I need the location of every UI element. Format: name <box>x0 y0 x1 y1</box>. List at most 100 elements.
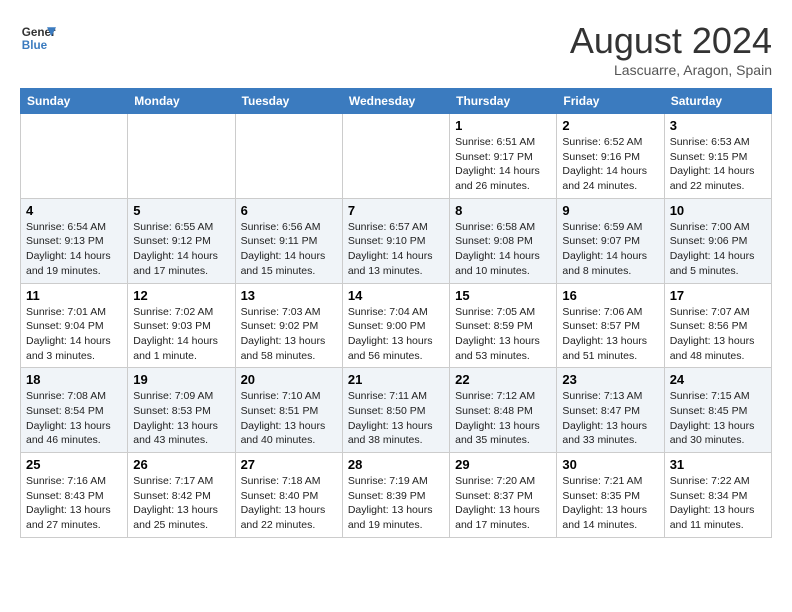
calendar-cell: 7Sunrise: 6:57 AM Sunset: 9:10 PM Daylig… <box>342 198 449 283</box>
day-number: 3 <box>670 118 766 133</box>
main-title: August 2024 <box>570 20 772 62</box>
day-number: 18 <box>26 372 122 387</box>
day-number: 14 <box>348 288 444 303</box>
day-number: 23 <box>562 372 658 387</box>
title-block: August 2024 Lascuarre, Aragon, Spain <box>570 20 772 78</box>
weekday-header-friday: Friday <box>557 89 664 114</box>
weekday-header-saturday: Saturday <box>664 89 771 114</box>
day-number: 12 <box>133 288 229 303</box>
day-info: Sunrise: 6:58 AM Sunset: 9:08 PM Dayligh… <box>455 220 551 279</box>
day-info: Sunrise: 7:21 AM Sunset: 8:35 PM Dayligh… <box>562 474 658 533</box>
calendar-cell: 6 Sunrise: 6:56 AM Sunset: 9:11 PM Daylig… <box>235 198 342 283</box>
day-info: Sunrise: 7:18 AM Sunset: 8:40 PM Dayligh… <box>241 474 337 533</box>
day-info: Sunrise: 7:10 AM Sunset: 8:51 PM Dayligh… <box>241 389 337 448</box>
calendar-cell: 8 Sunrise: 6:58 AM Sunset: 9:08 PM Daylig… <box>450 198 557 283</box>
day-number: 15 <box>455 288 551 303</box>
day-number: 31 <box>670 457 766 472</box>
day-info: Sunrise: 7:07 AM Sunset: 8:56 PM Dayligh… <box>670 305 766 364</box>
day-info: Sunrise: 7:16 AM Sunset: 8:43 PM Dayligh… <box>26 474 122 533</box>
day-info: Sunrise: 7:11 AM Sunset: 8:50 PM Dayligh… <box>348 389 444 448</box>
day-info: Sunrise: 6:59 AM Sunset: 9:07 PM Dayligh… <box>562 220 658 279</box>
calendar-cell: 14Sunrise: 7:04 AM Sunset: 9:00 PM Dayli… <box>342 283 449 368</box>
day-number: 7 <box>348 203 444 218</box>
subtitle: Lascuarre, Aragon, Spain <box>570 62 772 78</box>
svg-text:Blue: Blue <box>22 39 48 52</box>
weekday-header-wednesday: Wednesday <box>342 89 449 114</box>
calendar-cell: 12Sunrise: 7:02 AM Sunset: 9:03 PM Dayli… <box>128 283 235 368</box>
calendar-cell: 2 Sunrise: 6:52 AM Sunset: 9:16 PM Daylig… <box>557 114 664 199</box>
day-info: Sunrise: 7:09 AM Sunset: 8:53 PM Dayligh… <box>133 389 229 448</box>
calendar-cell: 31 Sunrise: 7:22 AM Sunset: 8:34 PM Dayli… <box>664 453 771 538</box>
day-info: Sunrise: 6:52 AM Sunset: 9:16 PM Dayligh… <box>562 135 658 194</box>
day-number: 6 <box>241 203 337 218</box>
week-row-4: 18 Sunrise: 7:08 AM Sunset: 8:54 PM Dayli… <box>21 368 772 453</box>
calendar-body: 1 Sunrise: 6:51 AM Sunset: 9:17 PM Daylig… <box>21 114 772 538</box>
day-number: 19 <box>133 372 229 387</box>
weekday-header-sunday: Sunday <box>21 89 128 114</box>
calendar-cell: 5Sunrise: 6:55 AM Sunset: 9:12 PM Daylig… <box>128 198 235 283</box>
day-number: 27 <box>241 457 337 472</box>
day-info: Sunrise: 7:17 AM Sunset: 8:42 PM Dayligh… <box>133 474 229 533</box>
day-info: Sunrise: 6:51 AM Sunset: 9:17 PM Dayligh… <box>455 135 551 194</box>
calendar-cell <box>128 114 235 199</box>
page-header: General Blue August 2024 Lascuarre, Arag… <box>20 20 772 78</box>
calendar-cell <box>21 114 128 199</box>
day-number: 4 <box>26 203 122 218</box>
weekday-header-tuesday: Tuesday <box>235 89 342 114</box>
calendar-cell: 26 Sunrise: 7:17 AM Sunset: 8:42 PM Dayli… <box>128 453 235 538</box>
day-info: Sunrise: 7:12 AM Sunset: 8:48 PM Dayligh… <box>455 389 551 448</box>
day-number: 9 <box>562 203 658 218</box>
calendar-cell: 3 Sunrise: 6:53 AM Sunset: 9:15 PM Daylig… <box>664 114 771 199</box>
day-number: 28 <box>348 457 444 472</box>
day-info: Sunrise: 7:08 AM Sunset: 8:54 PM Dayligh… <box>26 389 122 448</box>
day-info: Sunrise: 7:00 AM Sunset: 9:06 PM Dayligh… <box>670 220 766 279</box>
calendar-cell: 11Sunrise: 7:01 AM Sunset: 9:04 PM Dayli… <box>21 283 128 368</box>
calendar-cell: 10Sunrise: 7:00 AM Sunset: 9:06 PM Dayli… <box>664 198 771 283</box>
calendar-cell: 17 Sunrise: 7:07 AM Sunset: 8:56 PM Dayli… <box>664 283 771 368</box>
day-number: 1 <box>455 118 551 133</box>
calendar-cell: 30 Sunrise: 7:21 AM Sunset: 8:35 PM Dayli… <box>557 453 664 538</box>
calendar-cell <box>235 114 342 199</box>
logo-icon: General Blue <box>20 20 56 56</box>
calendar-cell: 18 Sunrise: 7:08 AM Sunset: 8:54 PM Dayli… <box>21 368 128 453</box>
day-number: 26 <box>133 457 229 472</box>
calendar-cell: 24Sunrise: 7:15 AM Sunset: 8:45 PM Dayli… <box>664 368 771 453</box>
day-number: 8 <box>455 203 551 218</box>
day-number: 22 <box>455 372 551 387</box>
weekday-header-row: SundayMondayTuesdayWednesdayThursdayFrid… <box>21 89 772 114</box>
day-number: 16 <box>562 288 658 303</box>
day-number: 30 <box>562 457 658 472</box>
day-info: Sunrise: 7:19 AM Sunset: 8:39 PM Dayligh… <box>348 474 444 533</box>
week-row-2: 4 Sunrise: 6:54 AM Sunset: 9:13 PM Daylig… <box>21 198 772 283</box>
day-number: 17 <box>670 288 766 303</box>
calendar-cell: 27 Sunrise: 7:18 AM Sunset: 8:40 PM Dayli… <box>235 453 342 538</box>
week-row-3: 11Sunrise: 7:01 AM Sunset: 9:04 PM Dayli… <box>21 283 772 368</box>
day-info: Sunrise: 6:53 AM Sunset: 9:15 PM Dayligh… <box>670 135 766 194</box>
calendar-cell: 20Sunrise: 7:10 AM Sunset: 8:51 PM Dayli… <box>235 368 342 453</box>
week-row-1: 1 Sunrise: 6:51 AM Sunset: 9:17 PM Daylig… <box>21 114 772 199</box>
day-number: 2 <box>562 118 658 133</box>
day-info: Sunrise: 7:13 AM Sunset: 8:47 PM Dayligh… <box>562 389 658 448</box>
calendar-cell: 13Sunrise: 7:03 AM Sunset: 9:02 PM Dayli… <box>235 283 342 368</box>
day-number: 21 <box>348 372 444 387</box>
day-info: Sunrise: 7:05 AM Sunset: 8:59 PM Dayligh… <box>455 305 551 364</box>
calendar-cell <box>342 114 449 199</box>
day-number: 29 <box>455 457 551 472</box>
day-info: Sunrise: 7:15 AM Sunset: 8:45 PM Dayligh… <box>670 389 766 448</box>
calendar-cell: 1 Sunrise: 6:51 AM Sunset: 9:17 PM Daylig… <box>450 114 557 199</box>
day-number: 25 <box>26 457 122 472</box>
day-number: 5 <box>133 203 229 218</box>
day-info: Sunrise: 6:54 AM Sunset: 9:13 PM Dayligh… <box>26 220 122 279</box>
day-info: Sunrise: 7:22 AM Sunset: 8:34 PM Dayligh… <box>670 474 766 533</box>
calendar-cell: 19 Sunrise: 7:09 AM Sunset: 8:53 PM Dayli… <box>128 368 235 453</box>
calendar-cell: 16Sunrise: 7:06 AM Sunset: 8:57 PM Dayli… <box>557 283 664 368</box>
weekday-header-monday: Monday <box>128 89 235 114</box>
calendar-cell: 22 Sunrise: 7:12 AM Sunset: 8:48 PM Dayli… <box>450 368 557 453</box>
calendar-cell: 9 Sunrise: 6:59 AM Sunset: 9:07 PM Daylig… <box>557 198 664 283</box>
calendar-cell: 23 Sunrise: 7:13 AM Sunset: 8:47 PM Dayli… <box>557 368 664 453</box>
day-info: Sunrise: 7:20 AM Sunset: 8:37 PM Dayligh… <box>455 474 551 533</box>
weekday-header-thursday: Thursday <box>450 89 557 114</box>
day-info: Sunrise: 6:56 AM Sunset: 9:11 PM Dayligh… <box>241 220 337 279</box>
calendar-table: SundayMondayTuesdayWednesdayThursdayFrid… <box>20 88 772 538</box>
day-number: 13 <box>241 288 337 303</box>
